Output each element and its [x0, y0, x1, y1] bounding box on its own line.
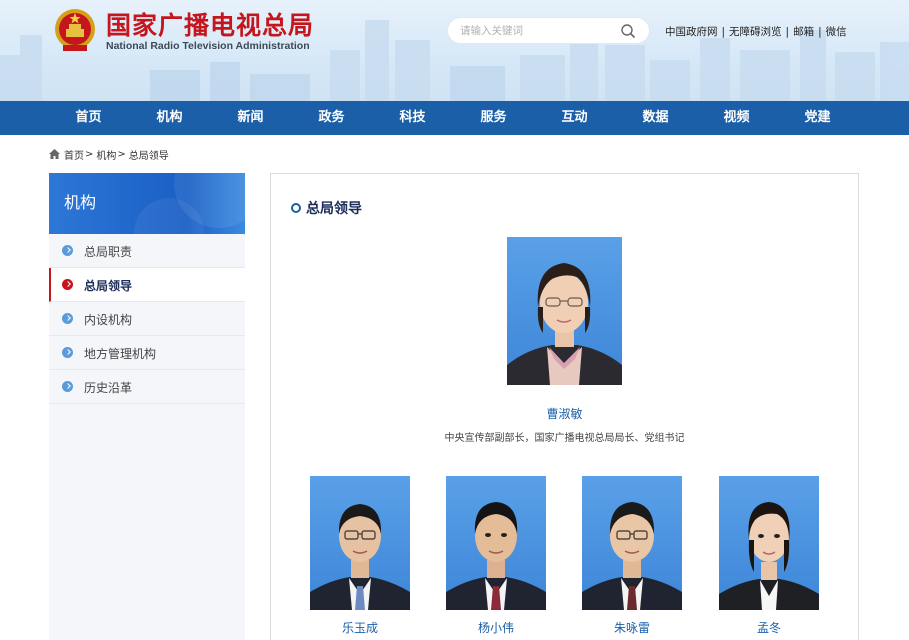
- leader-name[interactable]: 曹淑敏: [507, 405, 622, 422]
- chevron-right-icon: [62, 279, 73, 290]
- portrait-image: [507, 263, 622, 385]
- search-icon[interactable]: [620, 23, 636, 39]
- main-nav: 首页 机构 新闻 政务 科技 服务 互动 数据 视频 党建: [0, 101, 909, 135]
- chevron-right-icon: [62, 381, 73, 392]
- link-gov[interactable]: 中国政府网: [665, 24, 718, 39]
- ring-icon: [291, 203, 301, 213]
- nav-item-tech[interactable]: 科技: [372, 101, 453, 135]
- nav-item-data[interactable]: 数据: [615, 101, 696, 135]
- sidebar-header: 机构: [49, 173, 245, 234]
- national-emblem-icon: [55, 9, 95, 51]
- nav-item-affairs[interactable]: 政务: [291, 101, 372, 135]
- deputy-name-2[interactable]: 杨小伟: [446, 619, 546, 636]
- site-header: 国家广播电视总局 National Radio Television Admin…: [0, 0, 909, 101]
- sidebar-item-label: 历史沿革: [84, 381, 133, 395]
- section-title-text: 总局领导: [306, 201, 362, 217]
- nav-item-home[interactable]: 首页: [48, 101, 129, 135]
- breadcrumb-current: 总局领导: [128, 150, 169, 162]
- sidebar-item-label: 地方管理机构: [84, 347, 157, 361]
- nav-item-interact[interactable]: 互动: [534, 101, 615, 135]
- portrait-image: [582, 502, 682, 610]
- site-subtitle: National Radio Television Administration: [106, 40, 310, 52]
- sidebar-item-departments[interactable]: 内设机构: [49, 302, 245, 336]
- site-title: 国家广播电视总局: [106, 11, 315, 40]
- portrait-image: [446, 502, 546, 610]
- deputy-photo-3[interactable]: [582, 476, 682, 610]
- link-wechat[interactable]: 微信: [826, 24, 847, 39]
- nav-item-institution[interactable]: 机构: [129, 101, 210, 135]
- breadcrumb-institution[interactable]: 机构: [96, 147, 116, 162]
- sidebar-item-duties[interactable]: 总局职责: [49, 234, 245, 268]
- nav-item-party[interactable]: 党建: [777, 101, 858, 135]
- home-icon: [49, 149, 60, 159]
- deputy-name-1[interactable]: 乐玉成: [310, 619, 410, 636]
- deputy-photo-2[interactable]: [446, 476, 546, 610]
- leader-photo[interactable]: [507, 237, 622, 385]
- section-title: 总局领导: [291, 198, 362, 218]
- leader-title: 中央宣传部副部长，国家广播电视总局局长、党组书记: [444, 433, 685, 444]
- deputy-name-3[interactable]: 朱咏雷: [582, 619, 682, 636]
- link-accessibility[interactable]: 无障碍浏览: [729, 24, 782, 39]
- breadcrumb: 首页 > 机构 > 总局领导: [49, 147, 169, 162]
- portrait-image: [719, 502, 819, 610]
- divider: |: [818, 25, 822, 38]
- sidebar-item-local-agencies[interactable]: 地方管理机构: [49, 336, 245, 370]
- sidebar: 机构 总局职责 总局领导 内设机构 地方管理机构 历史沿革: [49, 173, 245, 640]
- chevron-right-icon: [62, 313, 73, 324]
- sidebar-item-history[interactable]: 历史沿革: [49, 370, 245, 404]
- chevron-right-icon: [62, 347, 73, 358]
- nav-item-news[interactable]: 新闻: [210, 101, 291, 135]
- nav-item-service[interactable]: 服务: [453, 101, 534, 135]
- search-input[interactable]: [460, 22, 610, 40]
- divider: |: [785, 25, 790, 38]
- sidebar-item-label: 内设机构: [84, 313, 133, 327]
- sidebar-title: 机构: [64, 193, 97, 212]
- content-panel: 总局领导 曹淑敏 中央宣传部副部长，国家广播电视总局局长、党组书记 乐玉成 杨小…: [270, 173, 859, 640]
- portrait-image: [310, 504, 410, 610]
- sidebar-item-leaders[interactable]: 总局领导: [49, 268, 245, 302]
- sidebar-item-label: 总局领导: [84, 279, 133, 293]
- breadcrumb-separator: >: [85, 148, 94, 160]
- chevron-right-icon: [62, 245, 73, 256]
- deputy-name-4[interactable]: 孟冬: [719, 619, 819, 636]
- divider: |: [721, 25, 726, 38]
- breadcrumb-home[interactable]: 首页: [64, 147, 84, 162]
- sidebar-item-label: 总局职责: [84, 245, 133, 259]
- deputy-photo-4[interactable]: [719, 476, 819, 610]
- search-box: [447, 17, 650, 44]
- deputy-photo-1[interactable]: [310, 476, 410, 610]
- breadcrumb-separator: >: [117, 148, 126, 160]
- nav-item-video[interactable]: 视频: [696, 101, 777, 135]
- top-links: 中国政府网 | 无障碍浏览 | 邮箱 | 微信: [665, 24, 847, 39]
- link-mail[interactable]: 邮箱: [793, 24, 814, 39]
